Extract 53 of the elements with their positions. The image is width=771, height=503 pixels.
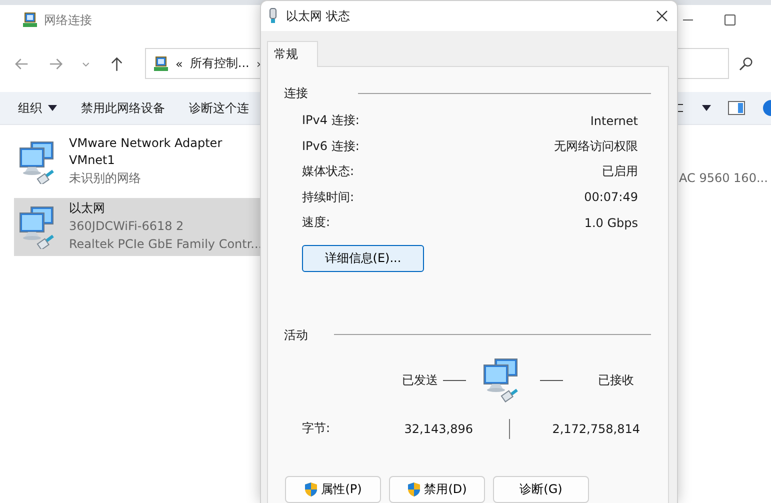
dialog-button[interactable]: 属性(P)	[285, 476, 381, 502]
field-value: 00:07:49	[584, 190, 638, 204]
search-icon[interactable]	[739, 56, 754, 70]
network-folder-icon	[152, 56, 169, 72]
adapter-name: 以太网	[69, 200, 106, 217]
adapter-item[interactable]: VMware Network Adapter VMnet1 未识别的网络	[14, 133, 260, 190]
field-value: 1.0 Gbps	[584, 216, 638, 230]
dialog-button[interactable]: 诊断(G)	[493, 476, 589, 502]
field-label: 持续时间:	[302, 188, 354, 206]
adapter-item[interactable]: 以太网 360JDCWiFi-6618 2 Realtek PCIe GbE Family Contr...	[14, 198, 260, 256]
ethernet-plug-icon	[268, 8, 278, 24]
network-computers-icon	[17, 205, 57, 249]
shield-icon	[407, 482, 422, 496]
sent-label: 已发送	[402, 372, 438, 388]
preview-pane-icon[interactable]	[728, 101, 745, 115]
device-name: AC 9560 160...	[679, 170, 769, 187]
shield-icon	[304, 482, 318, 496]
breadcrumb-overflow[interactable]: «	[176, 56, 183, 70]
dialog-button[interactable]: 禁用(D)	[389, 476, 485, 502]
field-value: 已启用	[602, 163, 638, 180]
toolbar-button[interactable]: 禁用此网络设备	[75, 96, 171, 120]
field-label: 字节:	[302, 420, 332, 437]
field-label: IPv6 连接:	[302, 138, 360, 155]
toolbar-button[interactable]: 诊断这个连	[183, 96, 255, 120]
field-label: 媒体状态:	[302, 163, 354, 180]
details-button[interactable]: 详细信息(E)...	[302, 244, 424, 272]
breadcrumb-separator[interactable]: ›	[256, 56, 262, 70]
up-icon[interactable]	[108, 56, 125, 72]
network-computers-icon	[17, 140, 57, 184]
network-folder-icon	[22, 12, 38, 28]
field-value: Internet	[590, 114, 638, 128]
close-icon[interactable]	[656, 10, 668, 22]
organize-menu[interactable]: 组织	[12, 96, 63, 120]
adapter-name: VMware Network Adapter VMnet1	[69, 135, 224, 169]
section-heading: 活动	[284, 326, 309, 344]
network-name: 未识别的网络	[69, 170, 142, 187]
device-name: Realtek PCIe GbE Family Contr...	[69, 236, 259, 253]
field-value: 2,172,758,814	[551, 422, 640, 436]
tab[interactable]: 常规	[267, 41, 318, 67]
field-value: 32,143,896	[403, 422, 473, 436]
network-name: 360JDCWiFi-6618 2	[69, 218, 185, 235]
window-title: 网络连接	[44, 12, 92, 28]
caret-icon[interactable]	[702, 105, 711, 111]
received-label: 已接收	[598, 372, 634, 388]
forward-icon[interactable]	[48, 56, 64, 72]
field-value: 无网络访问权限	[554, 138, 638, 155]
field-label: IPv4 连接:	[302, 112, 360, 130]
caret-icon	[48, 105, 57, 111]
section-heading: 连接	[284, 85, 309, 102]
maximize-icon[interactable]	[724, 14, 736, 26]
field-label: 速度:	[302, 214, 330, 232]
breadcrumb-item[interactable]: 所有控制...	[190, 55, 250, 72]
dialog-title: 以太网 状态	[286, 8, 350, 24]
